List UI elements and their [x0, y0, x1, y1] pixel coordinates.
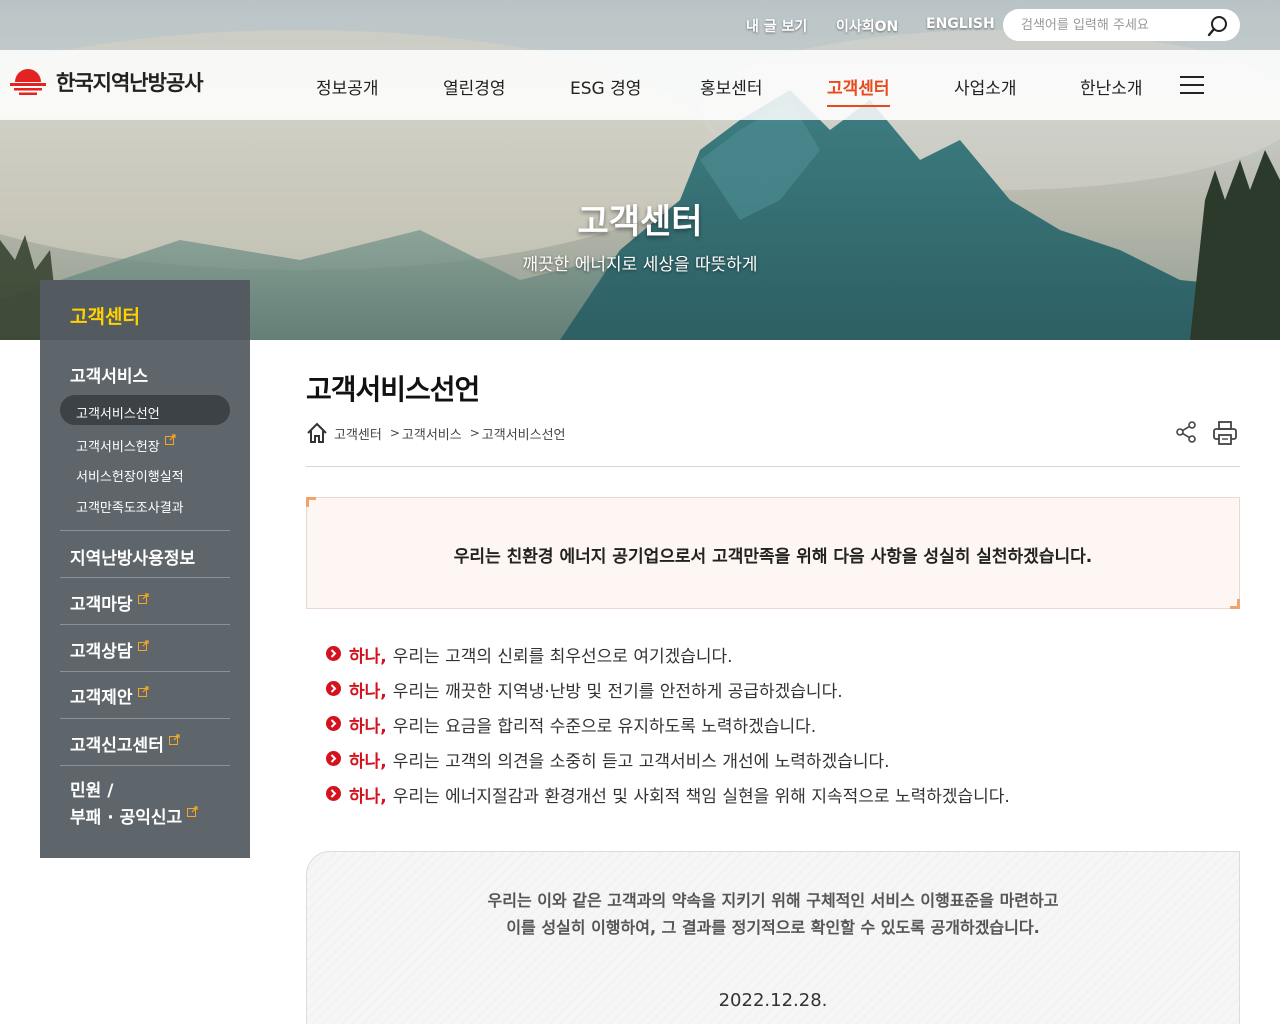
hero-title: 고객센터	[577, 202, 703, 242]
sidebar-item-label: 고객상담	[70, 642, 133, 662]
share-icon[interactable]	[1174, 420, 1198, 448]
sidebar-item-suggestion[interactable]: 고객제안	[70, 683, 149, 708]
site-logo[interactable]: 한국지역난방공사	[10, 65, 204, 99]
nav-business[interactable]: 사업소개	[954, 74, 1017, 99]
external-link-icon	[137, 686, 149, 697]
chevron-right-icon: >	[389, 426, 400, 440]
pledge-intro-box: 우리는 친환경 에너지 공기업으로서 고객만족을 위해 다음 사항을 성실히 실…	[306, 497, 1240, 609]
pledge-text: 우리는 에너지절감과 환경개선 및 사회적 책임 실현을 위해 지속적으로 노력…	[392, 787, 1010, 807]
content-divider	[306, 466, 1240, 467]
pledge-list: 하나, 우리는 고객의 신뢰를 최우선으로 여기겠습니다. 하나, 우리는 깨끗…	[326, 642, 1226, 817]
hero-subtitle: 깨끗한 에너지로 세상을 따뜻하게	[522, 255, 758, 275]
chevron-right-icon: >	[469, 426, 480, 440]
sidebar-divider	[60, 718, 230, 719]
corner-decoration	[1230, 599, 1240, 609]
utility-bar: 내 글 보기 이사회ON ENGLISH	[0, 0, 1280, 50]
sidebar-divider	[60, 624, 230, 625]
promise-text-line1: 우리는 이와 같은 고객과의 약속을 지키기 위해 구체적인 서비스 이행표준을…	[487, 891, 1059, 910]
nav-customer-center[interactable]: 고객센터	[827, 74, 890, 107]
sidebar-heading: 고객센터	[40, 280, 250, 340]
sidebar-item-label: 고객제안	[70, 688, 133, 708]
external-link-icon	[137, 640, 149, 651]
sidebar-sub-label: 고객서비스헌장	[76, 440, 160, 455]
arrow-bullet-icon	[326, 681, 341, 696]
list-item: 하나, 우리는 깨끗한 지역냉·난방 및 전기를 안전하게 공급하겠습니다.	[326, 677, 1226, 712]
sidebar: 고객센터 고객서비스 고객서비스선언 고객서비스헌장 서비스헌장이행실적 고객만…	[40, 280, 250, 858]
sidebar-item-label: 고객신고센터	[70, 736, 164, 756]
home-icon[interactable]	[306, 422, 328, 444]
sidebar-item-customer-service[interactable]: 고객서비스	[70, 362, 148, 387]
nav-esg[interactable]: ESG 경영	[570, 74, 641, 99]
external-link-icon	[137, 593, 149, 604]
arrow-bullet-icon	[326, 751, 341, 766]
sidebar-sub-service-charter[interactable]: 고객서비스헌장	[60, 426, 230, 456]
sidebar-item-customer-yard[interactable]: 고객마당	[70, 590, 149, 615]
sidebar-item-report-center[interactable]: 고객신고센터	[70, 731, 180, 756]
corner-decoration	[306, 497, 316, 507]
list-item: 하나, 우리는 고객의 신뢰를 최우선으로 여기겠습니다.	[326, 642, 1226, 677]
pledge-intro-text: 우리는 친환경 에너지 공기업으로서 고객만족을 위해 다음 사항을 성실히 실…	[453, 547, 1093, 567]
pledge-prefix: 하나,	[349, 682, 387, 702]
sidebar-item-civil-complaint[interactable]: 민원 / 부패 · 공익신고	[70, 778, 198, 832]
arrow-bullet-icon	[326, 646, 341, 661]
sidebar-divider	[60, 577, 230, 578]
list-item: 하나, 우리는 요금을 합리적 수준으로 유지하도록 노력하겠습니다.	[326, 712, 1226, 747]
nav-info-disclosure[interactable]: 정보공개	[316, 74, 379, 99]
pledge-text: 우리는 고객의 신뢰를 최우선으로 여기겠습니다.	[392, 647, 733, 667]
external-link-icon	[168, 734, 180, 745]
kdhc-logo-icon	[10, 69, 46, 95]
sidebar-divider	[60, 765, 230, 766]
page-title: 고객서비스선언	[306, 373, 480, 406]
search-input[interactable]	[1021, 17, 1201, 33]
pledge-prefix: 하나,	[349, 787, 387, 807]
external-link-icon	[164, 434, 176, 445]
sidebar-item-label-line2: 부패 · 공익신고	[70, 808, 183, 828]
arrow-bullet-icon	[326, 786, 341, 801]
promise-box: 우리는 이와 같은 고객과의 약속을 지키기 위해 구체적인 서비스 이행표준을…	[306, 851, 1240, 1024]
board-on-link[interactable]: 이사회ON	[836, 16, 898, 36]
sidebar-divider	[60, 671, 230, 672]
nav-about[interactable]: 한난소개	[1080, 74, 1143, 99]
sidebar-sub-charter-performance[interactable]: 서비스헌장이행실적	[60, 458, 230, 488]
sidebar-sub-service-declaration[interactable]: 고객서비스선언	[60, 395, 230, 425]
declaration-date: 2022.12.28.	[718, 990, 828, 1011]
main-navigation: 한국지역난방공사 정보공개 열린경영 ESG 경영 홍보센터 고객센터 사업소개…	[0, 50, 1280, 120]
search-icon[interactable]	[1206, 14, 1230, 38]
pledge-text: 우리는 고객의 의견을 소중히 듣고 고객서비스 개선에 노력하겠습니다.	[392, 752, 890, 772]
pledge-prefix: 하나,	[349, 717, 387, 737]
nav-open-management[interactable]: 열린경영	[443, 74, 506, 99]
sidebar-item-label: 고객마당	[70, 595, 133, 615]
nav-pr-center[interactable]: 홍보센터	[700, 74, 763, 99]
breadcrumb-item[interactable]: 고객서비스	[402, 424, 462, 443]
my-posts-link[interactable]: 내 글 보기	[746, 16, 807, 36]
hamburger-menu-icon[interactable]	[1180, 76, 1204, 94]
sidebar-item-district-heating-info[interactable]: 지역난방사용정보	[70, 544, 195, 569]
pledge-text: 우리는 깨끗한 지역냉·난방 및 전기를 안전하게 공급하겠습니다.	[392, 682, 843, 702]
list-item: 하나, 우리는 고객의 의견을 소중히 듣고 고객서비스 개선에 노력하겠습니다…	[326, 747, 1226, 782]
logo-text: 한국지역난방공사	[56, 71, 204, 95]
breadcrumb: 고객센터 > 고객서비스 > 고객서비스선언	[306, 422, 566, 444]
pledge-text: 우리는 요금을 합리적 수준으로 유지하도록 노력하겠습니다.	[392, 717, 817, 737]
english-link[interactable]: ENGLISH	[926, 16, 995, 32]
search-box	[1003, 9, 1240, 41]
arrow-bullet-icon	[326, 716, 341, 731]
print-icon[interactable]	[1212, 420, 1238, 450]
sidebar-item-consultation[interactable]: 고객상담	[70, 637, 149, 662]
list-item: 하나, 우리는 에너지절감과 환경개선 및 사회적 책임 실현을 위해 지속적으…	[326, 782, 1226, 817]
breadcrumb-item[interactable]: 고객센터	[334, 424, 382, 443]
sidebar-item-label-line1: 민원 /	[70, 781, 114, 801]
pledge-prefix: 하나,	[349, 752, 387, 772]
pledge-prefix: 하나,	[349, 647, 387, 667]
external-link-icon	[187, 806, 198, 817]
sidebar-sub-satisfaction-survey[interactable]: 고객만족도조사결과	[60, 489, 230, 519]
sidebar-divider	[60, 530, 230, 531]
breadcrumb-current: 고객서비스선언	[481, 427, 566, 443]
promise-text-line2: 이를 성실히 이행하여, 그 결과를 정기적으로 확인할 수 있도록 공개하겠습…	[506, 918, 1040, 937]
